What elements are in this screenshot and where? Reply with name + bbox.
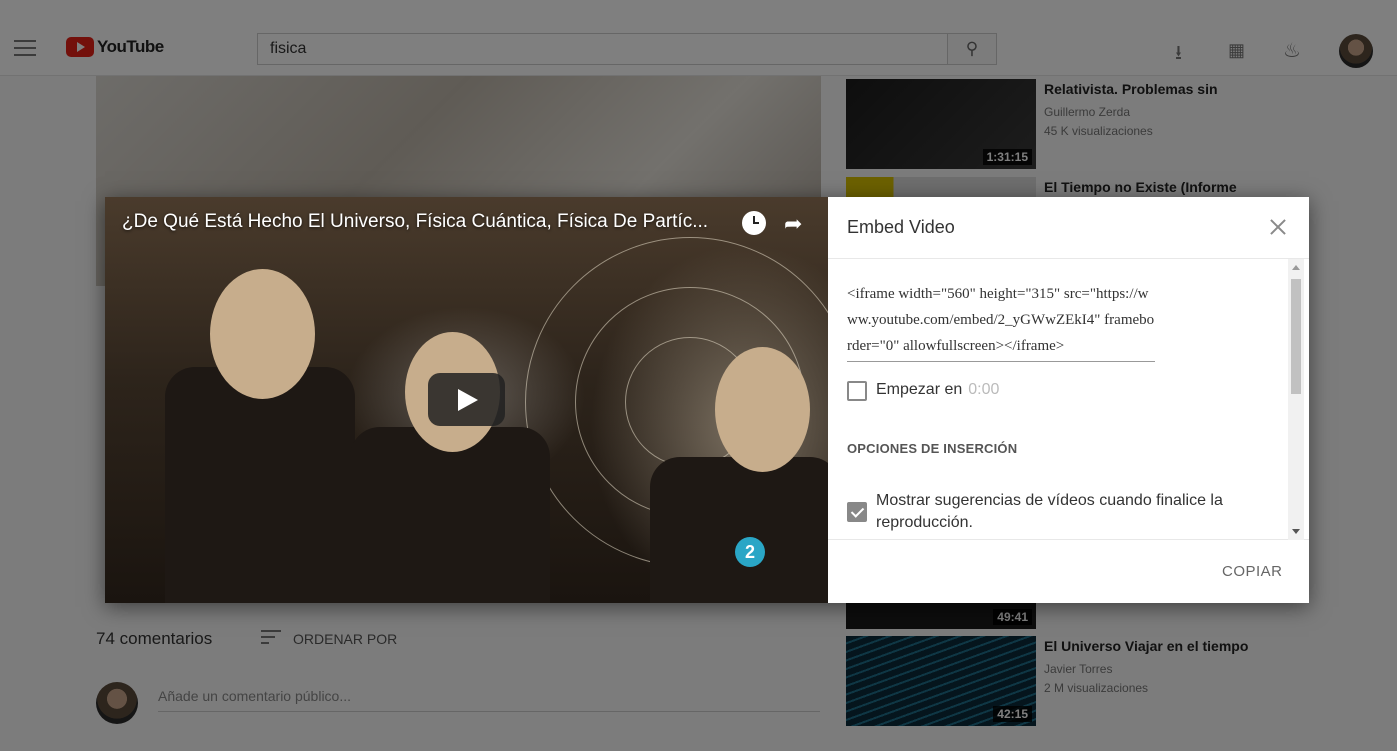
preview-figure: [650, 457, 828, 603]
preview-figure: [350, 427, 550, 603]
embed-options-panel: Embed Video <iframe width="560" height="…: [828, 197, 1309, 603]
show-suggestions-option[interactable]: Mostrar sugerencias de vídeos cuando fin…: [847, 490, 1247, 534]
preview-figure: [715, 347, 810, 472]
show-suggestions-label: Mostrar sugerencias de vídeos cuando fin…: [876, 492, 1223, 531]
scroll-down-arrow-icon[interactable]: [1292, 529, 1300, 534]
start-at-label: Empezar en: [876, 381, 963, 398]
embed-options-heading: OPCIONES DE INSERCIÓN: [847, 441, 1018, 456]
channel-watermark-badge: 2: [735, 537, 765, 567]
panel-header: Embed Video: [828, 197, 1309, 259]
start-at-label-group: Empezar en 0:00: [876, 379, 999, 401]
play-button[interactable]: [428, 373, 505, 426]
start-at-option[interactable]: Empezar en 0:00: [847, 379, 999, 401]
scroll-up-arrow-icon[interactable]: [1292, 265, 1300, 270]
panel-title: Embed Video: [847, 217, 955, 237]
embed-video-dialog: ¿De Qué Está Hecho El Universo, Física C…: [105, 197, 1309, 603]
preview-video-title[interactable]: ¿De Qué Está Hecho El Universo, Física C…: [122, 211, 708, 233]
watch-later-clock-icon[interactable]: [742, 211, 766, 235]
close-icon[interactable]: [1265, 214, 1291, 240]
preview-figure: [165, 367, 355, 603]
copy-button[interactable]: COPIAR: [1222, 563, 1283, 580]
scrollbar-thumb[interactable]: [1291, 279, 1301, 394]
preview-figure: [210, 269, 315, 399]
start-at-time[interactable]: 0:00: [968, 381, 999, 398]
share-arrow-icon[interactable]: ➦: [784, 211, 802, 237]
panel-scrollbar[interactable]: [1288, 259, 1304, 540]
panel-body: <iframe width="560" height="315" src="ht…: [828, 259, 1309, 540]
video-preview[interactable]: ¿De Qué Está Hecho El Universo, Física C…: [105, 197, 828, 603]
show-suggestions-checkbox[interactable]: [847, 502, 867, 522]
start-at-checkbox[interactable]: [847, 381, 867, 401]
embed-code-textarea[interactable]: <iframe width="560" height="315" src="ht…: [847, 281, 1155, 362]
